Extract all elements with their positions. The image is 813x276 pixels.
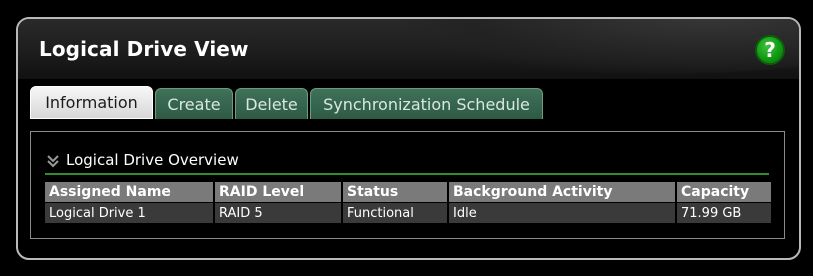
column-header-raid-level[interactable]: RAID Level xyxy=(214,182,343,203)
logical-drive-table: Assigned Name RAID Level Status Backgrou… xyxy=(45,182,771,223)
tab-label: Create xyxy=(167,94,221,114)
help-button[interactable]: ? xyxy=(755,35,785,65)
tab-delete[interactable]: Delete xyxy=(235,88,308,119)
column-header-status[interactable]: Status xyxy=(342,182,449,203)
tab-label: Synchronization Schedule xyxy=(323,94,530,114)
section-header[interactable]: Logical Drive Overview xyxy=(45,146,769,175)
header-decoration xyxy=(398,19,799,74)
cell-assigned-name: Logical Drive 1 xyxy=(45,202,215,223)
tab-label: Delete xyxy=(245,94,298,114)
section-title: Logical Drive Overview xyxy=(66,150,239,169)
cell-background-activity: Idle xyxy=(448,202,677,223)
cell-raid-level: RAID 5 xyxy=(214,202,343,223)
tab-information[interactable]: Information xyxy=(30,86,153,119)
table-header-row: Assigned Name RAID Level Status Backgrou… xyxy=(45,182,771,203)
column-header-capacity[interactable]: Capacity xyxy=(676,182,771,203)
information-panel: Logical Drive Overview Assigned Name RAI… xyxy=(30,131,785,239)
tab-synchronization-schedule[interactable]: Synchronization Schedule xyxy=(310,88,543,119)
cell-capacity: 71.99 GB xyxy=(676,202,771,223)
table-row[interactable]: Logical Drive 1 RAID 5 Functional Idle 7… xyxy=(45,202,771,223)
question-mark-icon: ? xyxy=(764,38,776,62)
chevron-double-down-icon[interactable] xyxy=(45,153,61,169)
cell-status: Functional xyxy=(342,202,449,223)
column-header-assigned-name[interactable]: Assigned Name xyxy=(45,182,215,203)
page-title: Logical Drive View xyxy=(39,37,249,61)
column-header-background-activity[interactable]: Background Activity xyxy=(448,182,677,203)
tab-label: Information xyxy=(45,93,138,112)
tab-create[interactable]: Create xyxy=(155,88,233,119)
logical-drive-view-window: Logical Drive View ? Information Create … xyxy=(16,17,801,260)
